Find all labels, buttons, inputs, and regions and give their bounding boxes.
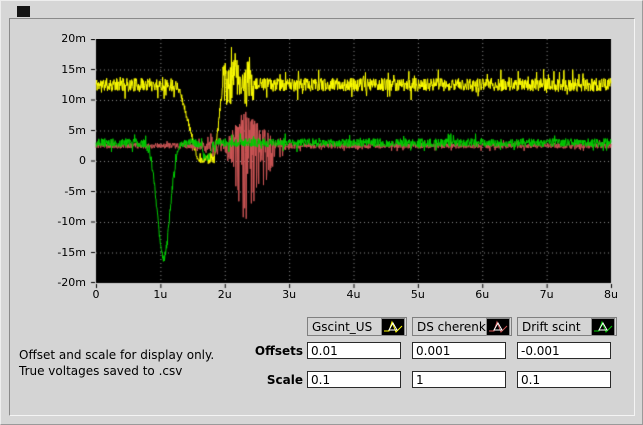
legend-label: Drift scint [522,319,581,334]
y-tick-label: 5m [68,123,86,137]
legend-entry-drift-scint[interactable]: Drift scint [517,317,617,336]
y-tick-label: 15m [61,62,86,76]
offsets-row-label: Offsets [254,344,303,358]
offset-input-gscint-us[interactable] [307,342,401,359]
x-tick-label: 7u [539,288,554,301]
scale-input-drift-scint[interactable] [517,371,611,388]
x-tick-label: 3u [282,288,297,301]
legend-entry-gscint-us[interactable]: Gscint_US [307,317,407,336]
x-tick-label: 1u [153,288,168,301]
legend-label: Gscint_US [312,319,373,334]
waveform-graph[interactable] [90,39,617,289]
display-note-line2: True voltages saved to .csv [19,364,183,378]
y-tick-label: -20m [57,276,86,289]
scale-input-gscint-us[interactable] [307,371,401,388]
x-tick-label: 4u [346,288,361,301]
display-note-line1: Offset and scale for display only. [19,348,215,362]
y-tick-label: 10m [61,93,86,106]
legend-plot-icon[interactable] [381,317,405,336]
y-tick-label: -10m [57,215,86,228]
offset-input-drift-scint[interactable] [517,342,611,359]
y-tick-label: 20m [61,32,86,45]
scale-row-label: Scale [266,373,303,387]
legend-plot-icon[interactable] [591,317,615,336]
y-tick-label: -15m [57,245,86,259]
offset-input-ds-cherenk[interactable] [412,342,506,359]
x-tick-label: 8u [604,288,618,301]
y-tick-label: 0 [79,154,86,167]
display-note: Offset and scale for display only. True … [19,347,214,379]
scale-input-ds-cherenk[interactable] [412,371,506,388]
x-tick-label: 5u [410,288,425,301]
window-corner-mark [17,6,30,17]
y-tick-label: -5m [64,184,86,198]
x-tick-label: 6u [475,288,490,301]
front-panel: 20m 15m 10m 5m 0 -5m -10m -15m -20m 0 1u 2u 3u 4u 5u 6… [0,0,643,425]
x-tick-label: 2u [217,288,232,301]
x-tick-label: 0 [92,288,100,301]
legend-label: DS cherenk [417,319,486,334]
legend-plot-icon[interactable] [486,317,510,336]
legend-entry-ds-cherenk[interactable]: DS cherenk [412,317,512,336]
